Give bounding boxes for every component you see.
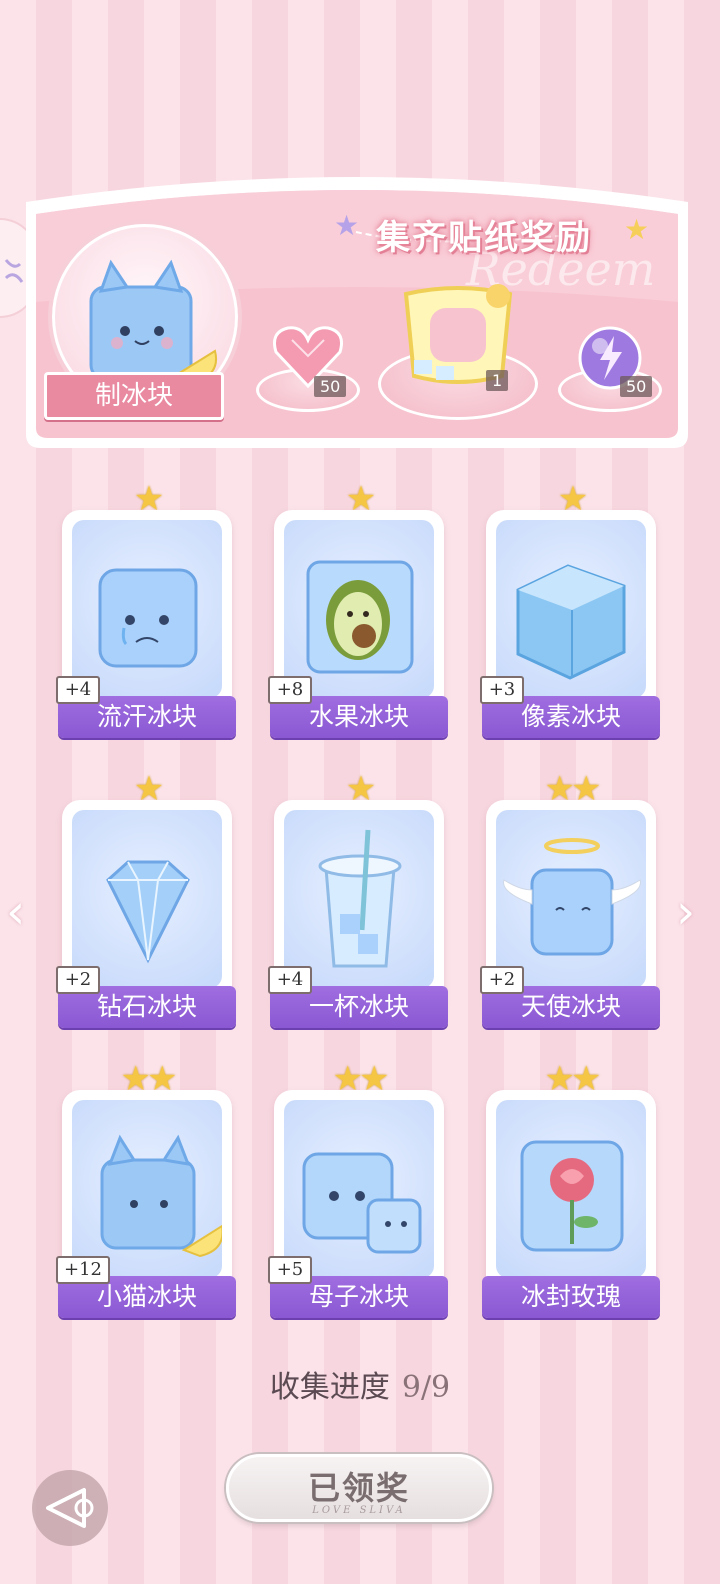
claimed-button[interactable]: 已领奖 LOVE SLIVA [226, 1454, 492, 1522]
sticker-card[interactable]: ★★ 冰封玫瑰 [482, 1062, 660, 1318]
sticker-card[interactable]: ★ 像素冰块 +3 [480, 482, 660, 738]
ice-cube-sticker-icon [503, 838, 641, 956]
card-count-badge: +2 [56, 966, 100, 994]
back-arrow-icon [46, 1488, 94, 1528]
reward-banner: Redeem ★ 集齐贴纸奖励 ★ 制冰块 50 1 50 [16, 172, 704, 454]
ice-cube-sticker-icon [100, 1134, 222, 1258]
progress-label: 收集进度 [269, 1370, 390, 1405]
ice-cube-sticker-icon [318, 829, 402, 968]
star-icon: ★ [334, 209, 360, 242]
card-count-badge: +8 [268, 676, 312, 704]
sticker-card[interactable]: ★ 一杯冰块 +4 [268, 772, 448, 1028]
ice-cube-sticker-icon [302, 1152, 422, 1254]
card-count-badge: +2 [480, 966, 524, 994]
sticker-card[interactable]: ★ 水果冰块 +8 [268, 482, 448, 738]
collection-progress: 收集进度 9/9 [0, 1362, 720, 1406]
progress-value: 9/9 [401, 1370, 451, 1405]
ice-cube-sticker-icon [520, 1140, 624, 1252]
back-button[interactable] [32, 1470, 108, 1546]
prev-page-button[interactable]: ‹ [6, 884, 25, 940]
claimed-button-label: 已领奖 [307, 1469, 410, 1507]
next-page-button[interactable]: › [676, 884, 695, 940]
ice-cube-sticker-icon [98, 568, 198, 668]
star-icon: ★ [624, 213, 650, 246]
card-count-badge: +5 [268, 1256, 312, 1284]
sticker-card[interactable]: ★ 钻石冰块 +2 [56, 772, 236, 1028]
sticker-card[interactable]: ★★ 天使冰块 +2 [480, 772, 660, 1028]
ice-cube-sticker-icon [306, 560, 414, 674]
reward-count: 50 [620, 376, 653, 397]
card-count-badge: +12 [56, 1256, 110, 1284]
card-count-badge: +3 [480, 676, 524, 704]
card-count-badge: +4 [56, 676, 100, 704]
sticker-card[interactable]: ★★ 小猫冰块 +12 [56, 1062, 236, 1318]
reward-count: 50 [314, 376, 347, 397]
ice-cube-sticker-icon [516, 564, 626, 680]
card-count-badge: +4 [268, 966, 312, 994]
main-reward-label: 制冰块 [44, 372, 224, 420]
sticker-card[interactable]: ★★ 母子冰块 +5 [268, 1062, 448, 1318]
sticker-card[interactable]: ★ 流汗冰块 +4 [56, 482, 236, 738]
claimed-button-subtext: LOVE SLIVA [312, 1505, 406, 1516]
card-label: 冰封玫瑰 [482, 1276, 660, 1318]
reward-count: 1 [486, 370, 509, 391]
ice-cube-sticker-icon [106, 860, 190, 964]
banner-title: 集齐贴纸奖励 [376, 218, 592, 258]
